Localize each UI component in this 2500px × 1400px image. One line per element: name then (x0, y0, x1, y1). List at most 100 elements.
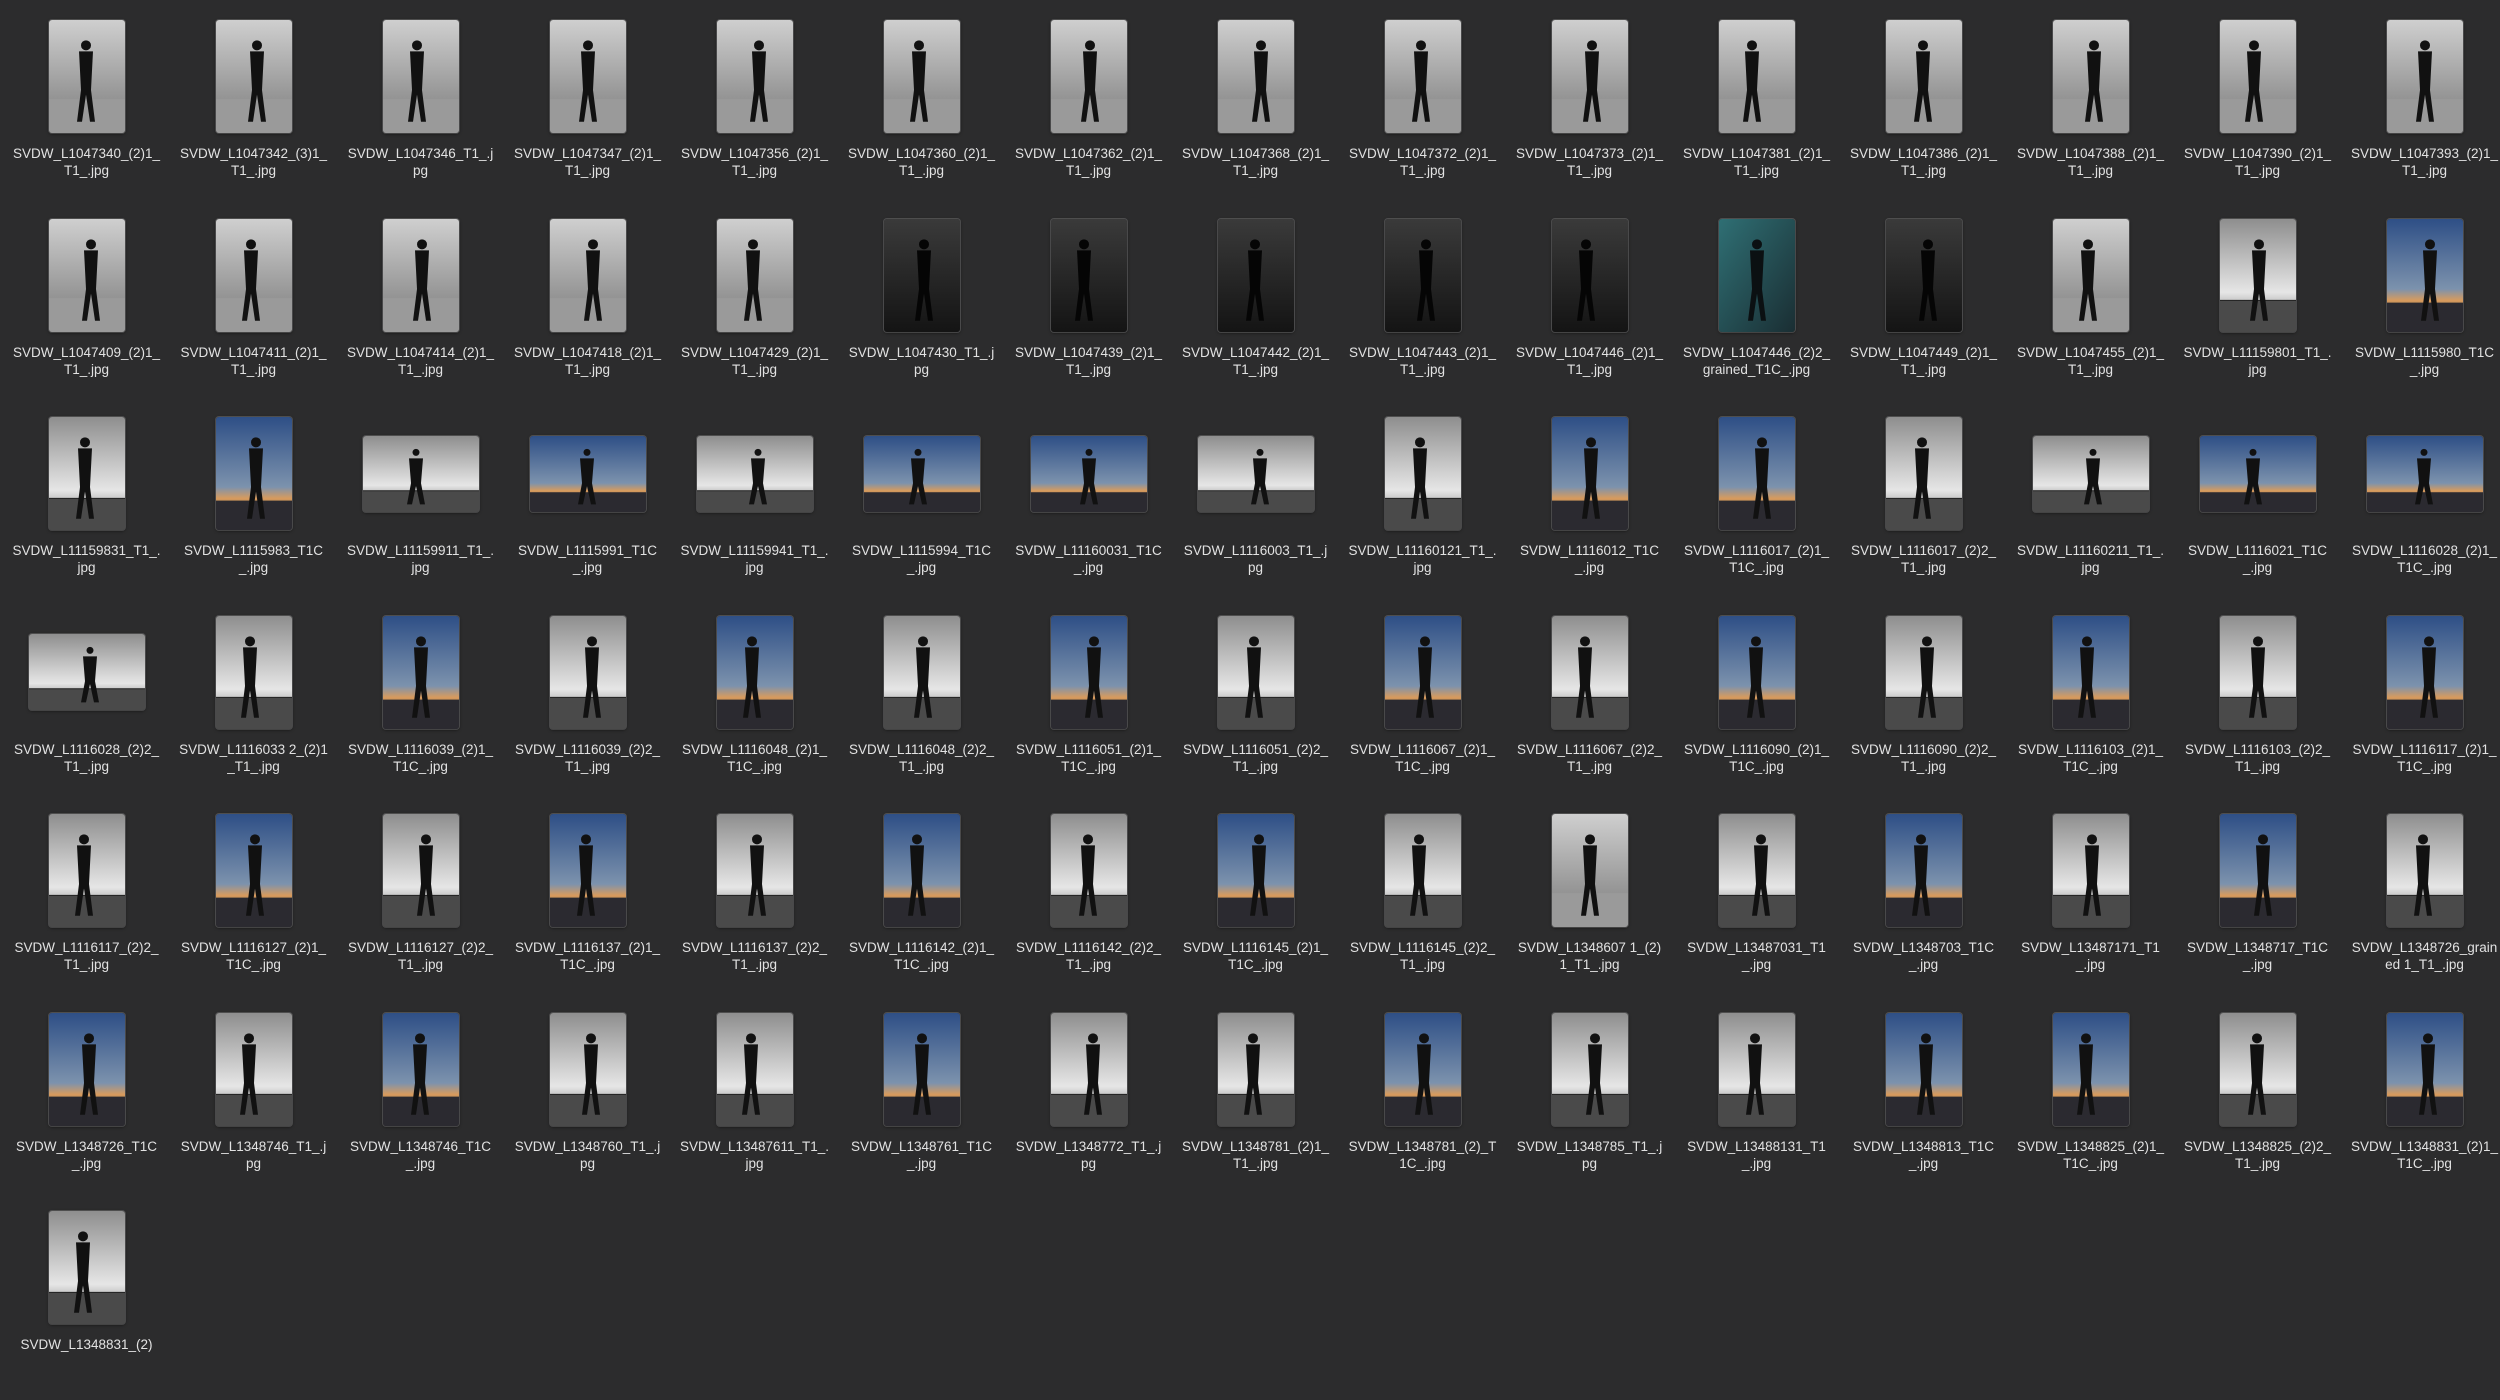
image-thumbnail-icon[interactable] (1384, 1012, 1461, 1126)
file-item[interactable]: SVDW_L1116142_(2)2_T1_.jpg (1005, 804, 1172, 1003)
file-item[interactable]: SVDW_L1115983_T1C_.jpg (170, 407, 337, 606)
file-item[interactable]: SVDW_L1047386_(2)1_T1_.jpg (1840, 10, 2007, 209)
file-name-label[interactable]: SVDW_L1348746_T1C_.jpg (346, 1138, 496, 1172)
image-thumbnail-icon[interactable] (2219, 218, 2296, 332)
image-thumbnail-icon[interactable] (716, 218, 793, 332)
file-name-label[interactable]: SVDW_L1116017_(2)1_T1C_.jpg (1682, 542, 1832, 576)
file-item[interactable]: SVDW_L11160031_T1C_.jpg (1005, 407, 1172, 606)
file-name-label[interactable]: SVDW_L1047347_(2)1_T1_.jpg (513, 145, 663, 179)
file-item[interactable]: SVDW_L13487611_T1_.jpg (671, 1003, 838, 1202)
image-thumbnail-icon[interactable] (1217, 1012, 1294, 1126)
image-thumbnail-icon[interactable] (1885, 218, 1962, 332)
image-thumbnail-icon[interactable] (1718, 615, 1795, 729)
image-thumbnail-icon[interactable] (2052, 814, 2129, 927)
file-item[interactable]: SVDW_L1047439_(2)1_T1_.jpg (1005, 209, 1172, 408)
file-item[interactable]: SVDW_L1047373_(2)1_T1_.jpg (1506, 10, 1673, 209)
image-thumbnail-icon[interactable] (549, 814, 626, 927)
file-name-label[interactable]: SVDW_L1047360_(2)1_T1_.jpg (847, 145, 997, 179)
image-thumbnail-icon[interactable] (215, 20, 292, 133)
image-thumbnail-icon[interactable] (1718, 1012, 1795, 1126)
image-thumbnail-icon[interactable] (1050, 1012, 1127, 1126)
file-name-label[interactable]: SVDW_L1116039_(2)2_T1_.jpg (513, 741, 663, 775)
file-item[interactable]: SVDW_L1348760_T1_.jpg (504, 1003, 671, 1202)
file-item[interactable]: SVDW_L1047393_(2)1_T1_.jpg (2341, 10, 2500, 209)
file-item[interactable]: SVDW_L1348746_T1_.jpg (170, 1003, 337, 1202)
file-name-label[interactable]: SVDW_L1115991_T1C_.jpg (513, 542, 663, 576)
file-name-label[interactable]: SVDW_L1116051_(2)1_T1C_.jpg (1014, 741, 1164, 775)
file-item[interactable]: SVDW_L1047409_(2)1_T1_.jpg (3, 209, 170, 408)
file-item[interactable]: SVDW_L1115991_T1C_.jpg (504, 407, 671, 606)
file-name-label[interactable]: SVDW_L1116021_T1C_.jpg (2183, 542, 2333, 576)
file-item[interactable]: SVDW_L1047455_(2)1_T1_.jpg (2007, 209, 2174, 408)
file-name-label[interactable]: SVDW_L1047439_(2)1_T1_.jpg (1014, 344, 1164, 378)
image-thumbnail-icon[interactable] (1551, 417, 1628, 530)
file-item[interactable]: SVDW_L1348785_T1_.jpg (1506, 1003, 1673, 1202)
file-name-label[interactable]: SVDW_L1348785_T1_.jpg (1515, 1138, 1665, 1172)
file-item[interactable]: SVDW_L13487031_T1_.jpg (1673, 804, 1840, 1003)
file-item[interactable]: SVDW_L1348703_T1C_.jpg (1840, 804, 2007, 1003)
image-thumbnail-icon[interactable] (716, 20, 793, 133)
file-item[interactable]: SVDW_L1348831_(2)1_T1C_.jpg (2341, 1003, 2500, 1202)
file-name-label[interactable]: SVDW_L11160031_T1C_.jpg (1014, 542, 1164, 576)
file-item[interactable]: SVDW_L1047449_(2)1_T1_.jpg (1840, 209, 2007, 408)
file-name-label[interactable]: SVDW_L1047443_(2)1_T1_.jpg (1348, 344, 1498, 378)
image-thumbnail-icon[interactable] (2386, 814, 2463, 927)
file-item[interactable]: SVDW_L1047347_(2)1_T1_.jpg (504, 10, 671, 209)
file-item[interactable]: SVDW_L1116137_(2)2_T1_.jpg (671, 804, 838, 1003)
file-name-label[interactable]: SVDW_L1116103_(2)2_T1_.jpg (2183, 741, 2333, 775)
file-name-label[interactable]: SVDW_L1116137_(2)1_T1C_.jpg (513, 939, 663, 973)
file-item[interactable]: SVDW_L1348726_T1C_.jpg (3, 1003, 170, 1202)
file-name-label[interactable]: SVDW_L1116033 2_(2)1_T1_.jpg (179, 741, 329, 775)
image-thumbnail-icon[interactable] (1718, 218, 1795, 332)
file-item[interactable]: SVDW_L1047446_(2)1_T1_.jpg (1506, 209, 1673, 408)
image-thumbnail-icon[interactable] (1551, 218, 1628, 332)
file-item[interactable]: SVDW_L1047346_T1_.jpg (337, 10, 504, 209)
file-name-label[interactable]: SVDW_L1348726_T1C_.jpg (12, 1138, 162, 1172)
image-thumbnail-icon[interactable] (1885, 615, 1962, 729)
image-thumbnail-icon[interactable] (883, 615, 960, 729)
file-name-label[interactable]: SVDW_L1348772_T1_.jpg (1014, 1138, 1164, 1172)
file-item[interactable]: SVDW_L1116117_(2)1_T1C_.jpg (2341, 606, 2500, 805)
image-thumbnail-icon[interactable] (549, 615, 626, 729)
file-item[interactable]: SVDW_L1348825_(2)2_T1_.jpg (2174, 1003, 2341, 1202)
file-name-label[interactable]: SVDW_L1047342_(3)1_T1_.jpg (179, 145, 329, 179)
file-name-label[interactable]: SVDW_L1116067_(2)1_T1C_.jpg (1348, 741, 1498, 775)
file-name-label[interactable]: SVDW_L1047418_(2)1_T1_.jpg (513, 344, 663, 378)
image-thumbnail-icon[interactable] (215, 615, 292, 729)
file-name-label[interactable]: SVDW_L1116145_(2)1_T1C_.jpg (1181, 939, 1331, 973)
file-name-label[interactable]: SVDW_L1348607 1_(2)1_T1_.jpg (1515, 939, 1665, 973)
file-name-label[interactable]: SVDW_L1047386_(2)1_T1_.jpg (1849, 145, 1999, 179)
file-name-label[interactable]: SVDW_L1116003_T1_.jpg (1181, 542, 1331, 576)
file-item[interactable]: SVDW_L1348726_grained 1_T1_.jpg (2341, 804, 2500, 1003)
image-thumbnail-icon[interactable] (1384, 20, 1461, 133)
file-item[interactable]: SVDW_L13487171_T1_.jpg (2007, 804, 2174, 1003)
file-item[interactable]: SVDW_L1047340_(2)1_T1_.jpg (3, 10, 170, 209)
image-thumbnail-icon[interactable] (1050, 20, 1127, 133)
file-name-label[interactable]: SVDW_L1116090_(2)2_T1_.jpg (1849, 741, 1999, 775)
image-thumbnail-icon[interactable] (1718, 20, 1795, 133)
image-thumbnail-icon[interactable] (1384, 218, 1461, 332)
image-thumbnail-icon[interactable] (1217, 20, 1294, 133)
file-item[interactable]: SVDW_L13488131_T1_.jpg (1673, 1003, 1840, 1202)
file-item[interactable]: SVDW_L1116090_(2)1_T1C_.jpg (1673, 606, 1840, 805)
image-thumbnail-icon[interactable] (2219, 1012, 2296, 1126)
file-item[interactable]: SVDW_L1116033 2_(2)1_T1_.jpg (170, 606, 337, 805)
file-name-label[interactable]: SVDW_L1116067_(2)2_T1_.jpg (1515, 741, 1665, 775)
file-name-label[interactable]: SVDW_L1047340_(2)1_T1_.jpg (12, 145, 162, 179)
file-name-label[interactable]: SVDW_L1047446_(2)2_grained_T1C_.jpg (1682, 344, 1832, 378)
file-item[interactable]: SVDW_L1116103_(2)2_T1_.jpg (2174, 606, 2341, 805)
file-name-label[interactable]: SVDW_L1047411_(2)1_T1_.jpg (179, 344, 329, 378)
file-name-label[interactable]: SVDW_L11159801_T1_.jpg (2183, 344, 2333, 378)
file-name-label[interactable]: SVDW_L1348761_T1C_.jpg (847, 1138, 997, 1172)
file-name-label[interactable]: SVDW_L1047442_(2)1_T1_.jpg (1181, 344, 1331, 378)
file-name-label[interactable]: SVDW_L1348781_(2)1_T1_.jpg (1181, 1138, 1331, 1172)
file-item[interactable]: SVDW_L1116028_(2)1_T1C_.jpg (2341, 407, 2500, 606)
file-name-label[interactable]: SVDW_L1115994_T1C_.jpg (847, 542, 997, 576)
image-thumbnail-icon[interactable] (2386, 218, 2463, 332)
file-name-label[interactable]: SVDW_L1047356_(2)1_T1_.jpg (680, 145, 830, 179)
file-item[interactable]: SVDW_L1116145_(2)1_T1C_.jpg (1172, 804, 1339, 1003)
file-item[interactable]: SVDW_L1116028_(2)2_T1_.jpg (3, 606, 170, 805)
file-item[interactable]: SVDW_L1116137_(2)1_T1C_.jpg (504, 804, 671, 1003)
file-name-label[interactable]: SVDW_L1047362_(2)1_T1_.jpg (1014, 145, 1164, 179)
file-item[interactable]: SVDW_L1116039_(2)1_T1C_.jpg (337, 606, 504, 805)
